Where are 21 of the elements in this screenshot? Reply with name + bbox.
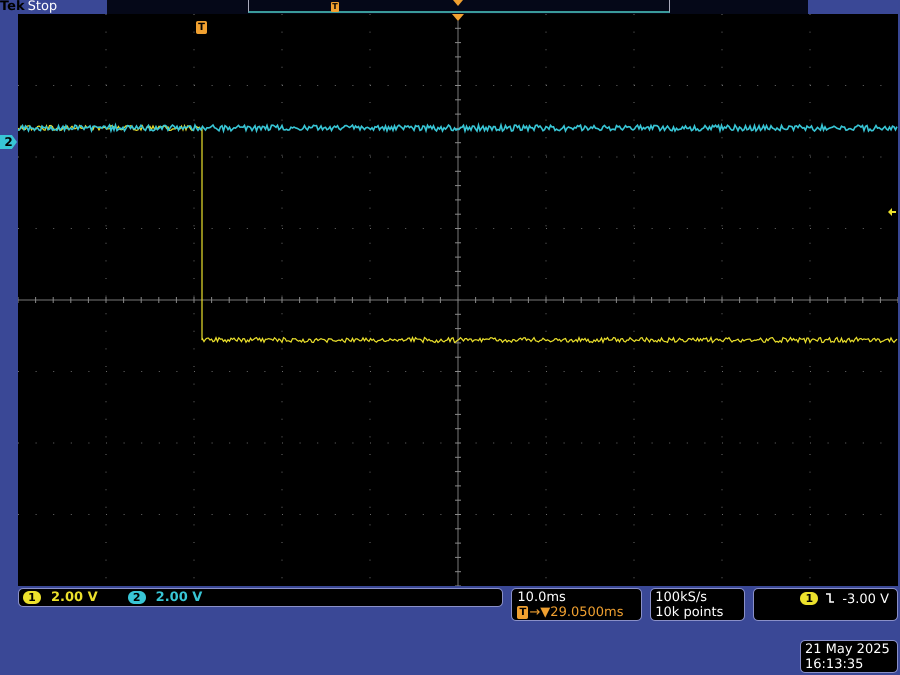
trigger-level-arrow-icon [888,208,896,216]
channel-scale: 2.00 V [51,590,98,605]
time-scale: 10.0ms [517,590,567,605]
sample-rate: 100kS/s [655,590,708,605]
channel-badge[interactable]: 1 [23,591,41,604]
trigger-source-badge[interactable]: 1 [800,592,818,605]
record-length: 10k points [655,605,724,620]
trigger-position-icon [453,0,463,6]
date-label: 21 May 2025 [805,642,891,657]
trigger-position: →▼29.0500ms [529,605,624,620]
brand-label: Tek [0,0,25,14]
trigger-level: -3.00 V [842,592,889,607]
trigger-marker: T [196,21,207,34]
time-label: 16:13:35 [805,657,864,672]
channel-scale: 2.00 V [156,590,202,605]
channel-marker[interactable]: 2 [0,135,17,149]
trigger-badge: T [517,606,528,619]
trigger-marker: T [331,2,339,12]
acquisition-status: Stop [28,0,58,14]
falling-edge-icon [825,592,836,604]
channel-badge[interactable]: 2 [128,591,146,604]
